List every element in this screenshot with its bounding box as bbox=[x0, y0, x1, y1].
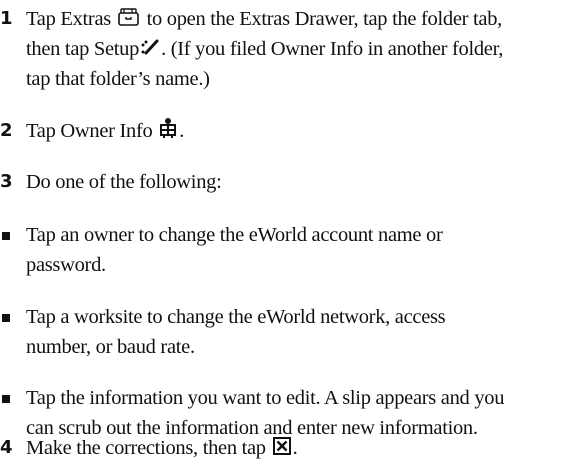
step-text: Tap Owner Info . bbox=[26, 116, 582, 146]
step-1-text-a: Tap Extras bbox=[26, 8, 111, 30]
owner-info-icon bbox=[160, 118, 177, 138]
step-1: 1 Tap Extras to open the Extras Drawer, … bbox=[0, 4, 584, 94]
step-number: 4 bbox=[0, 437, 13, 458]
step-1-text-c: then tap Setup bbox=[26, 38, 140, 60]
instructions-document: 1 Tap Extras to open the Extras Drawer, … bbox=[0, 0, 584, 465]
bullet-marker bbox=[2, 395, 10, 403]
bullet-item: Tap an owner to change the eWorld accoun… bbox=[0, 220, 584, 280]
bullet-marker bbox=[2, 314, 10, 322]
step-number: 2 bbox=[0, 120, 13, 141]
bullet-text: Tap an owner to change the eWorld accoun… bbox=[26, 220, 582, 280]
step-4-text-a: Make the corrections, then tap bbox=[26, 437, 266, 459]
step-1-text-b: to open the Extras Drawer, tap the folde… bbox=[146, 8, 503, 30]
extras-drawer-icon bbox=[117, 8, 139, 26]
step-text: Make the corrections, then tap . bbox=[26, 433, 582, 463]
step-1-text-d: . (If you filed Owner Info in another fo… bbox=[161, 38, 504, 60]
step-number: 1 bbox=[0, 8, 13, 29]
close-box-icon bbox=[272, 437, 291, 455]
bullet-text: Tap a worksite to change the eWorld netw… bbox=[26, 302, 582, 362]
step-text: Tap Extras to open the Extras Drawer, ta… bbox=[26, 4, 582, 94]
step-2-text-a: Tap Owner Info bbox=[26, 120, 153, 142]
bullet-2-line-2: number, or baud rate. bbox=[26, 336, 195, 358]
step-2: 2 Tap Owner Info . bbox=[0, 116, 584, 146]
bullet-2-line-1: Tap a worksite to change the eWorld netw… bbox=[26, 306, 446, 328]
step-3: 3 Do one of the following: bbox=[0, 167, 584, 197]
bullet-3-line-1: Tap the information you want to edit. A … bbox=[26, 387, 505, 409]
step-2-text-b: . bbox=[179, 120, 185, 142]
step-text: Do one of the following: bbox=[26, 171, 222, 193]
step-4-text-b: . bbox=[292, 437, 298, 459]
bullet-item: Tap a worksite to change the eWorld netw… bbox=[0, 302, 584, 362]
bullet-marker bbox=[2, 232, 10, 240]
bullet-1-line-1: Tap an owner to change the eWorld accoun… bbox=[26, 224, 443, 246]
bullet-1-line-2: password. bbox=[26, 254, 106, 276]
setup-icon bbox=[141, 39, 159, 55]
step-1-text-e: tap that folder’s name.) bbox=[26, 68, 210, 90]
step-number: 3 bbox=[0, 171, 13, 192]
step-4: 4 Make the corrections, then tap . bbox=[0, 433, 584, 463]
